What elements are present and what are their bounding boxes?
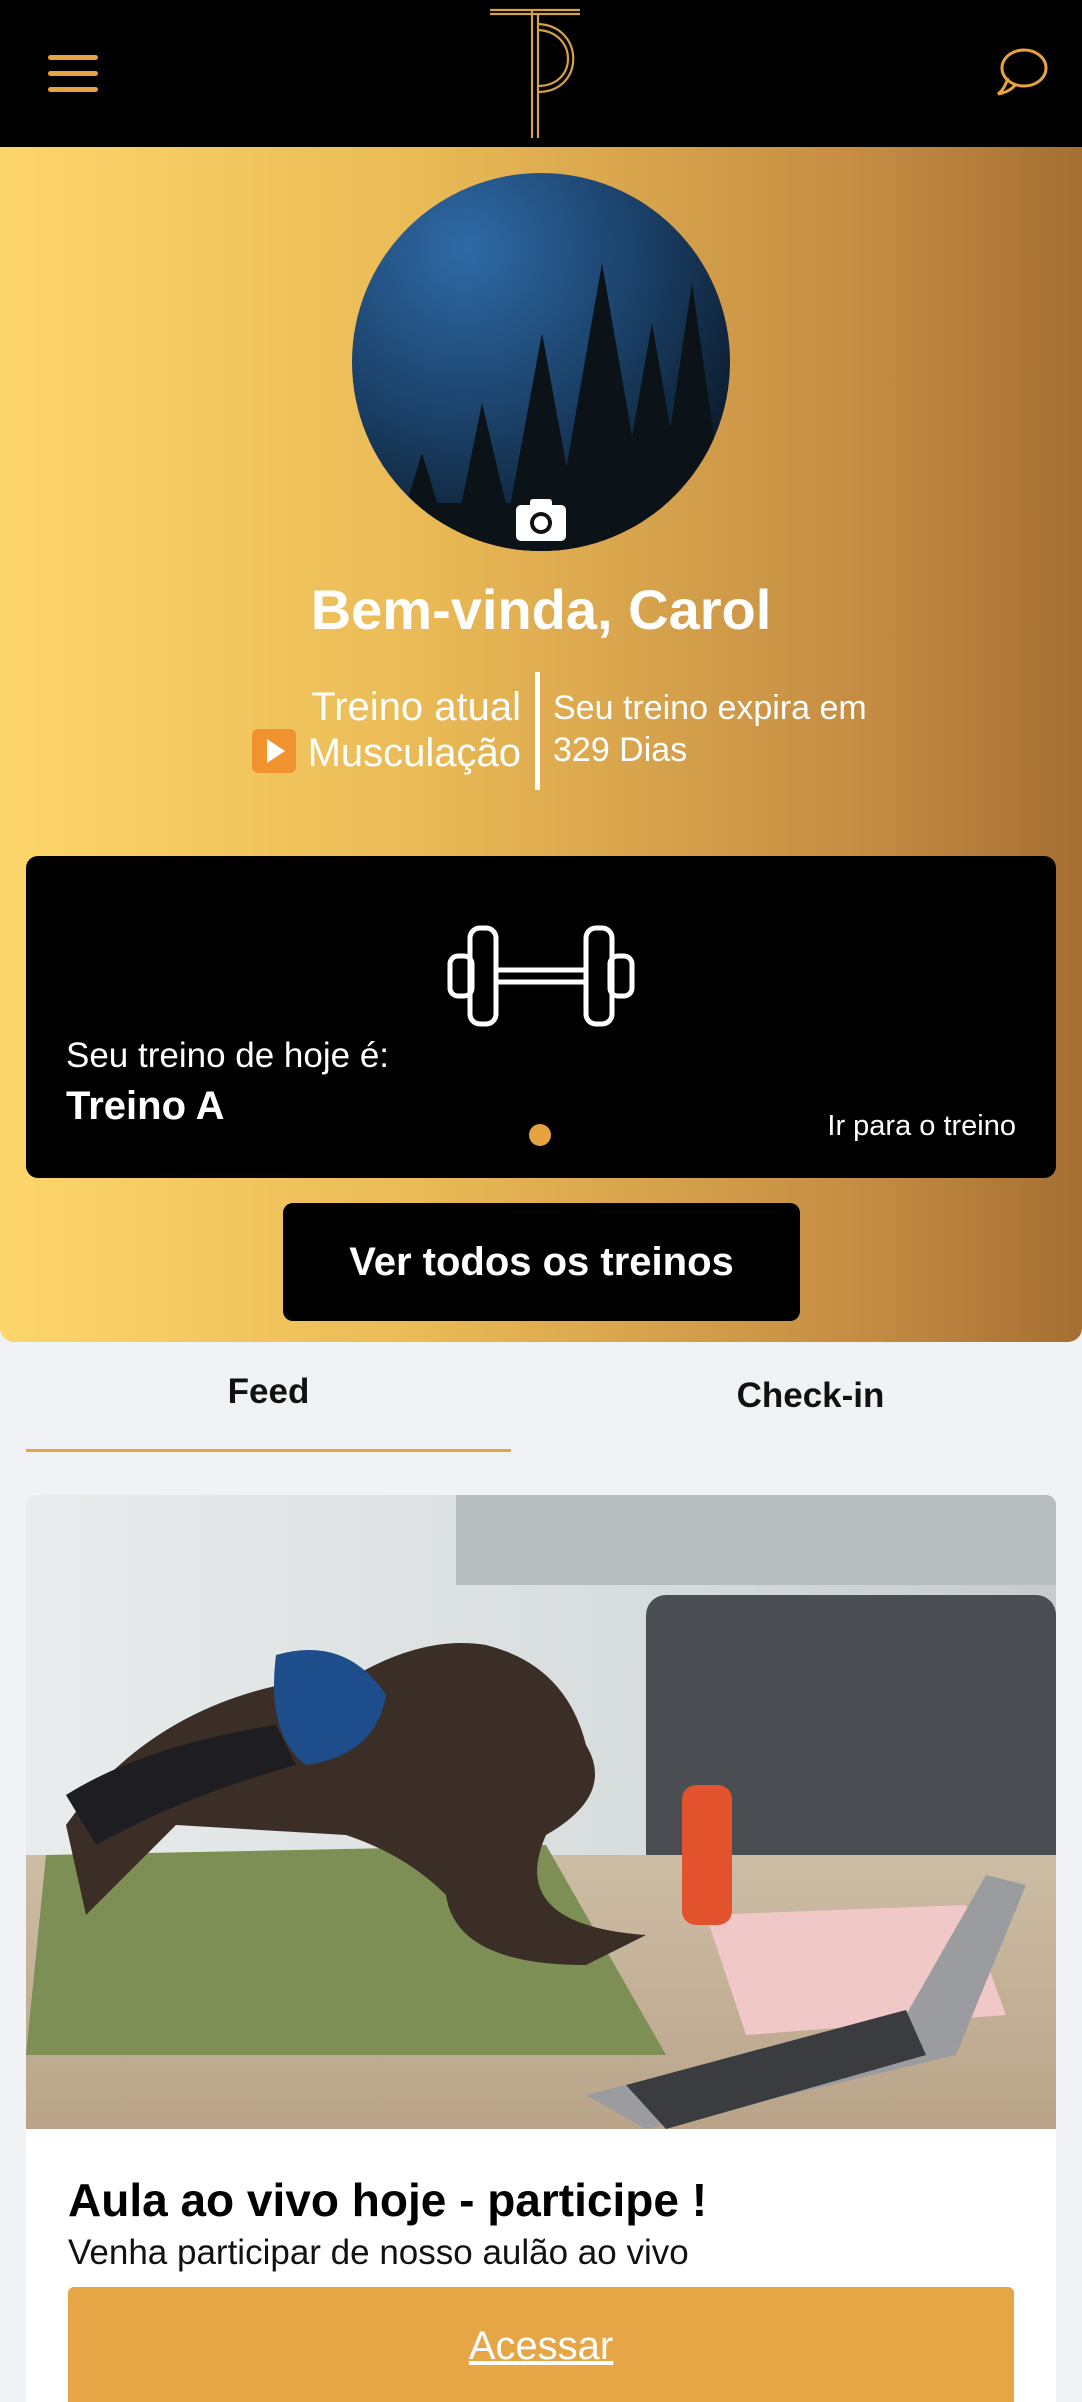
app-logo: [490, 8, 580, 138]
welcome-heading: Bem-vinda, Carol: [310, 578, 772, 641]
go-to-workout-link[interactable]: Ir para o treino: [827, 1110, 1016, 1143]
today-workout-label: Seu treino de hoje é:: [66, 1036, 390, 1075]
current-workout-value: Musculação: [307, 731, 521, 775]
current-workout-label: Treino atual: [311, 685, 521, 729]
access-button[interactable]: Acessar: [68, 2287, 1014, 2402]
current-workout-value-row: Musculação: [251, 729, 521, 775]
carousel-indicator[interactable]: [529, 1124, 551, 1146]
current-workout-block: Treino atual Musculação: [251, 685, 521, 775]
camera-icon[interactable]: [516, 497, 566, 541]
top-bar: [0, 0, 1082, 147]
expiry-label: Seu treino expira em: [553, 689, 867, 727]
feed-post-card: Aula ao vivo hoje - participe ! Venha pa…: [26, 1495, 1056, 2402]
expiry-value: 329 Dias: [553, 731, 688, 769]
today-workout-card[interactable]: Seu treino de hoje é: Treino A Ir para o…: [26, 856, 1056, 1178]
play-button-icon: [251, 729, 296, 773]
post-image: [26, 1495, 1056, 2129]
avatar[interactable]: [352, 173, 730, 551]
post-title: Aula ao vivo hoje - participe !: [68, 2174, 708, 2226]
chat-bubble-icon[interactable]: [994, 44, 1050, 100]
stats-divider: [535, 672, 540, 790]
profile-hero: Bem-vinda, Carol Treino atual Musculação…: [0, 147, 1082, 1342]
dumbbell-icon: [447, 925, 635, 1027]
hamburger-menu-icon[interactable]: [48, 55, 98, 93]
expiry-block: Seu treino expira em 329 Dias: [553, 687, 867, 771]
all-workouts-button[interactable]: Ver todos os treinos: [283, 1203, 800, 1321]
post-description: Venha participar de nosso aulão ao vivo: [68, 2233, 689, 2272]
tab-feed[interactable]: Feed: [26, 1372, 511, 1452]
tab-check-in[interactable]: Check-in: [568, 1376, 1053, 1456]
today-workout-value: Treino A: [66, 1084, 225, 1128]
